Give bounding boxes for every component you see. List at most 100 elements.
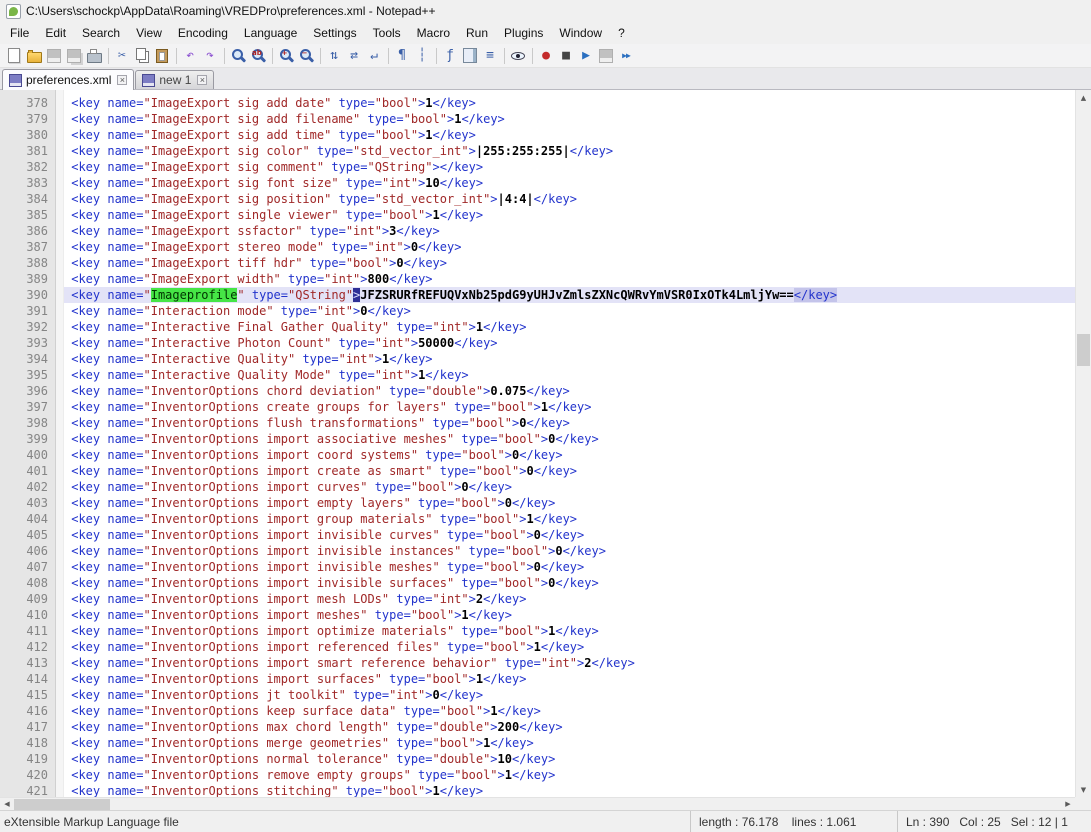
redo-icon[interactable]: ↷	[201, 47, 219, 65]
menu-file[interactable]: File	[2, 24, 37, 42]
save-all-icon[interactable]	[65, 47, 83, 65]
line-number: 381	[26, 144, 48, 158]
line-number: 379	[26, 112, 48, 126]
replace-icon[interactable]: ab	[249, 47, 267, 65]
xml-attr-name: type=	[389, 592, 433, 606]
xml-quote: "	[143, 160, 151, 174]
function-list-icon[interactable]: ƒ	[441, 47, 459, 65]
xml-tag-open: <key	[64, 768, 108, 782]
word-wrap-icon[interactable]: ↵	[365, 47, 383, 65]
run-macro-multiple-times-icon[interactable]: ▶▶	[617, 47, 635, 65]
paste-icon[interactable]	[153, 47, 171, 65]
save-macro-icon[interactable]	[597, 47, 615, 65]
vertical-scrollbar-thumb[interactable]	[1077, 334, 1090, 366]
xml-quote: "	[432, 560, 440, 574]
zoom-out-icon[interactable]: −	[297, 47, 315, 65]
xml-quote: "	[143, 400, 151, 414]
toolbar: ✂ ↶ ↷ ab + − ⇅ ⇄ ↵ ¶ ┆ ƒ ≡ ● ■ ▶ ▶▶	[0, 44, 1091, 68]
xml-attr-name: name=	[107, 576, 144, 590]
zoom-in-icon[interactable]: +	[277, 47, 295, 65]
horizontal-scrollbar[interactable]: ◀ ▶	[0, 797, 1075, 810]
menu-plugins[interactable]: Plugins	[496, 24, 551, 42]
xml-attr-name: name=	[107, 704, 144, 718]
code-line: <key name="ImageExport sig color" type="…	[64, 143, 1091, 159]
menu-help[interactable]: ?	[610, 24, 633, 42]
xml-text-value: 1	[526, 512, 534, 526]
code-line: <key name="InventorOptions jt toolkit" t…	[64, 687, 1091, 703]
indent-guide-icon[interactable]: ┆	[413, 47, 431, 65]
menu-run[interactable]: Run	[458, 24, 496, 42]
toolbar-separator	[384, 47, 389, 64]
scroll-right-arrow-icon[interactable]: ▶	[1061, 798, 1075, 810]
code-line: <key name="Interactive Quality" type="in…	[64, 351, 1091, 367]
menu-search[interactable]: Search	[74, 24, 128, 42]
menu-encoding[interactable]: Encoding	[170, 24, 236, 42]
xml-attr-name: type=	[454, 624, 498, 638]
copy-icon[interactable]	[133, 47, 151, 65]
stop-macro-icon[interactable]: ■	[557, 47, 575, 65]
xml-tag-open: <key	[64, 416, 108, 430]
menu-window[interactable]: Window	[551, 24, 610, 42]
menu-macro[interactable]: Macro	[409, 24, 458, 42]
show-all-characters-icon[interactable]: ¶	[393, 47, 411, 65]
xml-attr-value: ImageExport width	[150, 272, 274, 286]
document-map-icon[interactable]	[461, 47, 479, 65]
tab-close-icon[interactable]: ×	[197, 75, 208, 85]
menu-tools[interactable]: Tools	[365, 24, 409, 42]
xml-text-value: 200	[497, 720, 520, 734]
xml-attr-name: type=	[367, 480, 411, 494]
xml-tag-open: <key	[64, 256, 108, 270]
horizontal-scrollbar-thumb[interactable]	[14, 799, 110, 810]
menu-settings[interactable]: Settings	[305, 24, 364, 42]
menu-view[interactable]: View	[128, 24, 170, 42]
menu-edit[interactable]: Edit	[37, 24, 74, 42]
xml-attr-name: type=	[410, 768, 455, 782]
code-line: <key name="InventorOptions import associ…	[64, 431, 1091, 447]
xml-quote: "	[143, 336, 151, 350]
cut-icon[interactable]: ✂	[113, 47, 131, 65]
record-macro-icon[interactable]: ●	[537, 47, 555, 65]
xml-attr-name: type=	[273, 304, 317, 318]
xml-tag-close: </key>	[461, 112, 505, 126]
tab-close-icon[interactable]: ×	[117, 75, 128, 85]
code-line: <key name="InventorOptions import invisi…	[64, 575, 1091, 591]
undo-icon[interactable]: ↶	[181, 47, 199, 65]
line-number: 415	[26, 688, 48, 702]
xml-attr-value: InventorOptions import group materials	[150, 512, 426, 526]
play-macro-icon[interactable]: ▶	[577, 47, 595, 65]
file-saved-icon	[142, 73, 156, 87]
scroll-left-arrow-icon[interactable]: ◀	[0, 798, 14, 810]
tab-new-1[interactable]: new 1 ×	[135, 70, 215, 89]
code-line: <key name="InventorOptions import create…	[64, 463, 1091, 479]
xml-attr-value: "bool"	[483, 528, 527, 542]
code-line: <key name="Interactive Photon Count" typ…	[64, 335, 1091, 351]
xml-attr-value: "int"	[338, 352, 375, 366]
open-file-icon[interactable]	[25, 47, 43, 65]
print-icon[interactable]	[85, 47, 103, 65]
code-area[interactable]: <key name="ImageExport sig add date" typ…	[64, 90, 1091, 810]
find-icon[interactable]	[229, 47, 247, 65]
vertical-scrollbar[interactable]: ▲ ▼	[1075, 90, 1091, 797]
sync-vertical-scroll-icon[interactable]: ⇅	[325, 47, 343, 65]
line-number: 417	[26, 720, 48, 734]
xml-tag-bracket: >	[468, 320, 476, 334]
save-icon[interactable]	[45, 47, 63, 65]
xml-attr-name: name=	[107, 672, 144, 686]
new-file-icon[interactable]	[5, 47, 23, 65]
xml-tag-bracket: >	[403, 240, 411, 254]
monitoring-eye-icon[interactable]	[509, 47, 527, 65]
xml-text-value: |4:4|	[497, 192, 534, 206]
xml-tag-open: <key	[64, 464, 108, 478]
tab-preferences-xml[interactable]: preferences.xml ×	[2, 69, 135, 90]
document-list-icon[interactable]: ≡	[481, 47, 499, 65]
scroll-up-arrow-icon[interactable]: ▲	[1076, 90, 1091, 105]
menu-language[interactable]: Language	[236, 24, 305, 42]
xml-quote: "	[331, 208, 339, 222]
code-line: <key name="ImageExport stereo mode" type…	[64, 239, 1091, 255]
sync-horizontal-scroll-icon[interactable]: ⇄	[345, 47, 363, 65]
xml-quote: "	[490, 656, 498, 670]
code-line: <key name="InventorOptions chord deviati…	[64, 383, 1091, 399]
scroll-down-arrow-icon[interactable]: ▼	[1076, 782, 1091, 797]
xml-attr-value: "bool"	[497, 432, 541, 446]
xml-quote: "	[425, 512, 433, 526]
